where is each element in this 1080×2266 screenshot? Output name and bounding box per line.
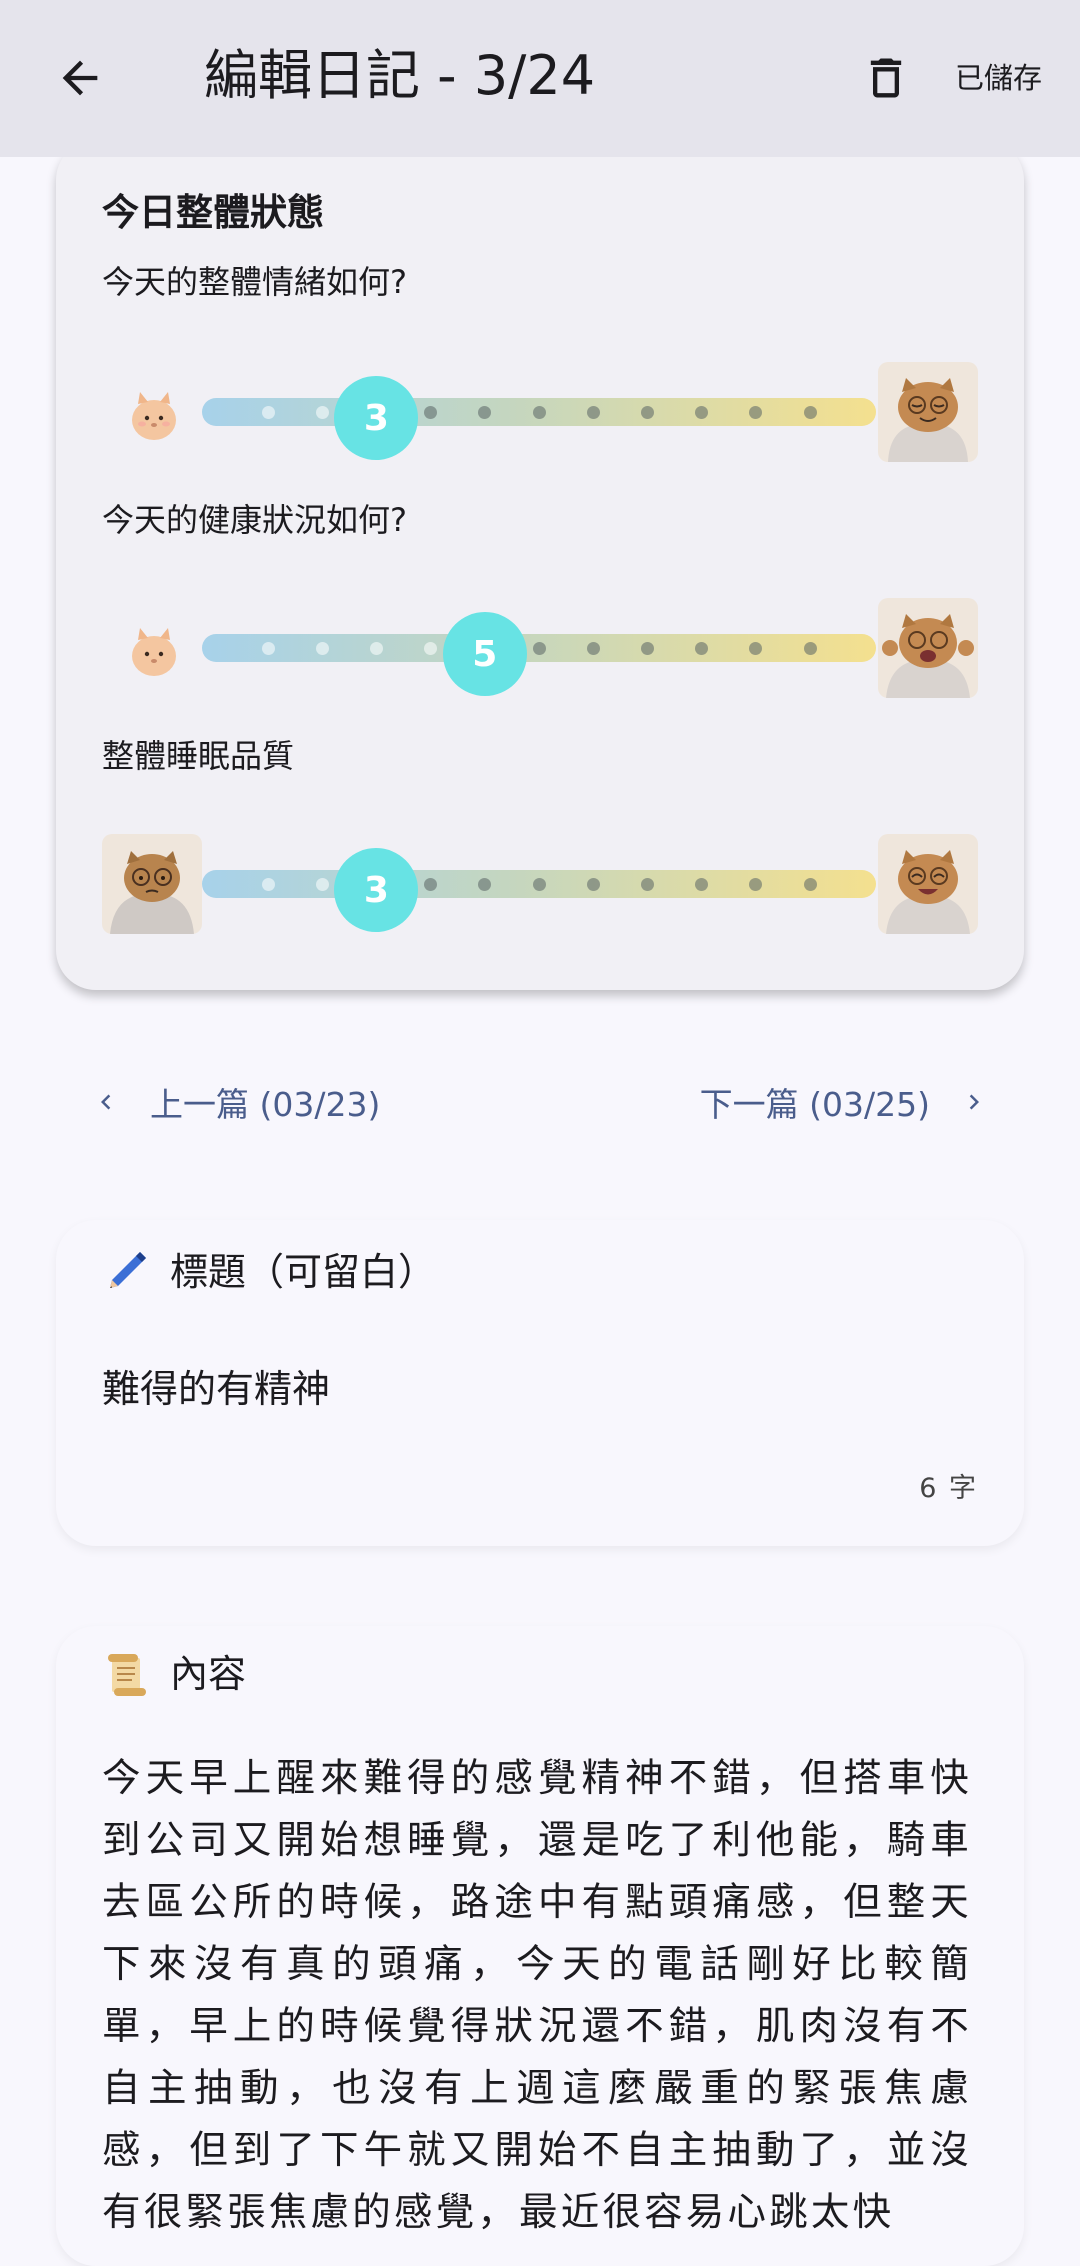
slider-tick	[586, 406, 600, 419]
arrow-back-icon	[62, 60, 98, 96]
slider-tick	[749, 878, 763, 891]
content-heading-label: 內容	[170, 1652, 247, 1696]
health-question: 今天的健康狀況如何?	[102, 501, 407, 539]
slider-tick	[803, 406, 817, 419]
hamster-icon	[102, 598, 202, 698]
slider-tick	[261, 406, 275, 419]
slider-tick	[640, 406, 654, 419]
slider-tick	[749, 642, 763, 655]
entry-navigation: 上一篇 (03/23) 下一篇 (03/25)	[56, 1060, 1024, 1144]
scroll-icon	[102, 1650, 150, 1698]
pen-icon	[102, 1248, 150, 1296]
section-title: 今日整體狀態	[102, 191, 324, 234]
back-button[interactable]	[40, 38, 120, 118]
title-heading-label: 標題（可留白）	[170, 1250, 437, 1294]
cat-cheering-icon	[878, 598, 978, 698]
title-card: 標題（可留白） 難得的有精神 6 字	[56, 1220, 1024, 1546]
slider-tick	[532, 642, 546, 655]
slider-tick	[478, 406, 492, 419]
sleep-question: 整體睡眠品質	[102, 737, 295, 775]
slider-tick	[749, 406, 763, 419]
chevron-left-icon	[86, 1082, 126, 1122]
mood-question: 今天的整體情緒如何?	[102, 263, 407, 301]
mood-slider[interactable]: 3	[102, 362, 978, 462]
sleep-thumb[interactable]: 3	[334, 848, 419, 932]
slider-tick	[424, 406, 438, 419]
title-heading: 標題（可留白）	[102, 1246, 436, 1298]
health-thumb[interactable]: 5	[442, 612, 527, 696]
app-bar: 編輯日記 - 3/24 已儲存	[0, 0, 1080, 157]
health-slider[interactable]: 5	[102, 598, 978, 698]
slider-tick	[369, 642, 383, 655]
chevron-right-icon	[954, 1082, 994, 1122]
content-heading: 內容	[102, 1648, 246, 1700]
sleep-slider[interactable]: 3	[102, 834, 978, 934]
slider-tick	[695, 878, 709, 891]
delete-button[interactable]	[846, 38, 926, 118]
slider-tick	[803, 642, 817, 655]
cat-sleepy-icon	[878, 362, 978, 462]
health-track[interactable]: 5	[202, 612, 876, 696]
slider-tick	[424, 878, 438, 891]
slider-tick	[640, 878, 654, 891]
sleep-track[interactable]: 3	[202, 848, 876, 932]
saved-status: 已儲存	[955, 61, 1043, 95]
slider-tick	[478, 878, 492, 891]
mood-thumb[interactable]: 3	[334, 376, 419, 460]
slider-tick	[261, 642, 275, 655]
slider-tick	[532, 878, 546, 891]
previous-entry-label: 上一篇 (03/23)	[150, 1085, 381, 1124]
slider-tick	[315, 406, 329, 419]
slider-tick	[640, 642, 654, 655]
cat-tired-icon	[102, 834, 202, 934]
page-title: 編輯日記 - 3/24	[204, 44, 596, 107]
cat-laughing-icon	[878, 834, 978, 934]
content-textarea[interactable]: 今天早上醒來難得的感覺精神不錯，但搭車快到公司又開始想睡覺，還是吃了利他能，騎車…	[102, 1748, 972, 2244]
slider-tick	[695, 642, 709, 655]
slider-tick	[315, 878, 329, 891]
previous-entry-button[interactable]: 上一篇 (03/23)	[86, 1070, 380, 1134]
slider-tick	[803, 878, 817, 891]
mood-track[interactable]: 3	[202, 376, 876, 460]
hamster-icon	[102, 362, 202, 462]
content-card: 內容 今天早上醒來難得的感覺精神不錯，但搭車快到公司又開始想睡覺，還是吃了利他能…	[56, 1626, 1024, 2266]
slider-tick	[695, 406, 709, 419]
title-input[interactable]: 難得的有精神	[102, 1363, 330, 1415]
slider-tick	[586, 642, 600, 655]
slider-tick	[532, 406, 546, 419]
trash-icon	[870, 58, 902, 98]
slider-tick	[261, 878, 275, 891]
next-entry-label: 下一篇 (03/25)	[699, 1085, 930, 1124]
slider-tick	[424, 642, 438, 655]
next-entry-button[interactable]: 下一篇 (03/25)	[700, 1070, 994, 1134]
slider-tick	[315, 642, 329, 655]
char-count: 6 字	[919, 1473, 978, 1504]
slider-tick	[586, 878, 600, 891]
